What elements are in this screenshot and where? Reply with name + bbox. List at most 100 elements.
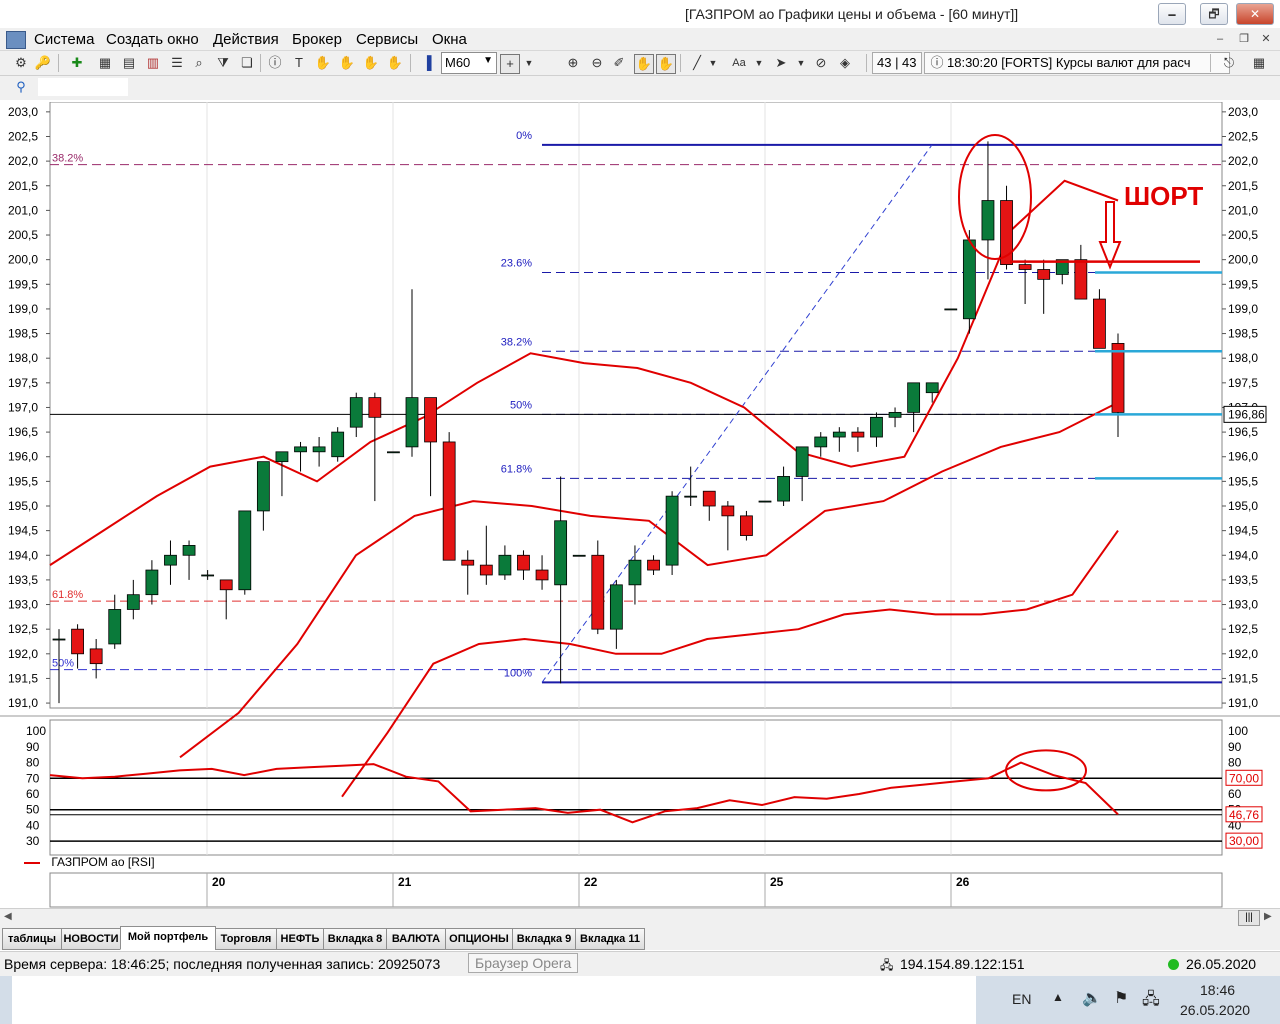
tab-oil[interactable]: НЕФТЬ xyxy=(276,928,324,950)
menu-services[interactable]: Сервисы xyxy=(356,31,418,48)
table-icon[interactable]: ▦ xyxy=(96,54,114,72)
close-button[interactable]: ✕ xyxy=(1236,3,1274,25)
language-indicator[interactable]: EN xyxy=(1012,991,1031,1007)
clock-date[interactable]: 26.05.2020 xyxy=(1180,1002,1250,1018)
chart-icon[interactable]: ▐ xyxy=(418,54,436,72)
scroll-left-icon[interactable]: ◀ xyxy=(4,911,12,922)
filter-icon[interactable]: ⧩ xyxy=(214,54,232,72)
calculator-icon[interactable]: ▦ xyxy=(1250,54,1268,72)
candle-body xyxy=(294,446,307,453)
arrow-tool-icon[interactable]: ➤ xyxy=(772,54,790,72)
timeframe-select[interactable]: M60 ▼ xyxy=(441,52,497,74)
search-input[interactable] xyxy=(38,78,128,96)
candle-body xyxy=(517,554,530,571)
zoom-out-icon[interactable]: ⊖ xyxy=(588,54,606,72)
scroll-thumb[interactable]: ||| xyxy=(1238,910,1260,926)
arrow-dropdown-icon[interactable]: ▼ xyxy=(792,54,810,72)
price-tick-right: 201,0 xyxy=(1228,203,1258,217)
rsi-tick-left: 50 xyxy=(26,803,40,817)
price-tick-left: 194,0 xyxy=(8,548,38,562)
os-taskbar: EN ▲ 🔈 ⚑ 🖧 18:46 26.05.2020 xyxy=(0,976,1280,1024)
tab-news[interactable]: НОВОСТИ xyxy=(61,928,121,950)
eraser-icon[interactable]: ◈ xyxy=(836,54,854,72)
price-tick-right: 200,5 xyxy=(1228,228,1258,242)
quit-icon[interactable]: ⎋ xyxy=(1220,54,1238,72)
hand-edit-icon[interactable]: ✋ xyxy=(386,54,404,72)
news-ticker[interactable]: 18:30:20 [FORTS] Курсы валют для расч xyxy=(924,52,1230,74)
hand-minus-icon[interactable]: ✋ xyxy=(362,54,380,72)
quotes-icon[interactable]: ▤ xyxy=(120,54,138,72)
tab-8[interactable]: Вкладка 8 xyxy=(323,928,387,950)
network-tray-icon[interactable]: 🖧 xyxy=(1142,988,1160,1015)
copy-icon[interactable]: ❏ xyxy=(238,54,256,72)
tab-my-portfolio[interactable]: Мой портфель xyxy=(120,926,216,950)
price-tick-right: 202,5 xyxy=(1228,129,1258,143)
text-dropdown-icon[interactable]: ▼ xyxy=(750,54,768,72)
timeframe-value: M60 xyxy=(445,55,471,70)
candle-body xyxy=(1037,269,1051,280)
menu-system[interactable]: Система xyxy=(34,31,94,48)
price-tick-right: 198,0 xyxy=(1228,351,1258,365)
ruler-icon[interactable]: ✐ xyxy=(610,54,628,72)
mdi-restore-button[interactable]: ❐ xyxy=(1236,32,1252,46)
search-table-icon[interactable]: ⌕ xyxy=(190,54,208,72)
crosshair-icon[interactable]: + xyxy=(500,54,520,74)
tab-options[interactable]: ОПЦИОНЫ xyxy=(445,928,513,950)
connect-icon[interactable]: ⚙ xyxy=(12,54,30,72)
key-icon[interactable]: 🔑 xyxy=(34,54,52,72)
candle-body xyxy=(962,239,976,320)
text-tool-icon[interactable]: Aa xyxy=(730,54,748,72)
hand-plus-icon[interactable]: ✋ xyxy=(338,54,356,72)
pan-icon[interactable]: ✋ xyxy=(634,54,654,74)
menu-new-window[interactable]: Создать окно xyxy=(106,31,199,48)
candle-body xyxy=(702,490,716,507)
scroll-right-icon[interactable]: ▶ xyxy=(1264,911,1272,922)
maximize-button[interactable]: 🗗 xyxy=(1200,3,1228,25)
tab-tables[interactable]: таблицы xyxy=(2,928,62,950)
tab-currency[interactable]: ВАЛЮТА xyxy=(386,928,446,950)
chevron-up-icon[interactable]: ▲ xyxy=(1052,990,1064,1004)
candle-body xyxy=(275,451,289,463)
menu-broker[interactable]: Брокер xyxy=(292,31,342,48)
delete-lines-icon[interactable]: ⊘ xyxy=(812,54,830,72)
tab-trading[interactable]: Торговля xyxy=(215,928,277,950)
flag-icon[interactable]: ⚑ xyxy=(1114,988,1128,1008)
fib-level-label: 0% xyxy=(516,130,532,142)
price-tick-right: 192,0 xyxy=(1228,647,1258,661)
price-tick-left: 201,5 xyxy=(8,179,38,193)
mdi-close-button[interactable]: ✕ xyxy=(1258,32,1274,46)
menu-actions[interactable]: Действия xyxy=(213,31,279,48)
clock-time[interactable]: 18:46 xyxy=(1200,982,1235,998)
hand-icon[interactable]: ✋ xyxy=(314,54,332,72)
opera-browser-button[interactable]: Браузер Opera xyxy=(468,953,579,973)
menu-windows[interactable]: Окна xyxy=(432,31,467,48)
candle-body xyxy=(1074,259,1088,300)
select-icon[interactable]: ✋ xyxy=(656,54,676,74)
trades-icon[interactable]: ☰ xyxy=(168,54,186,72)
info-icon[interactable]: ⓘ xyxy=(266,54,284,72)
chart-area[interactable]: 20 21 22 25 26 203,0 203,0 202,5 202,5 202,0 202,0… xyxy=(0,102,1280,908)
zoom-in-icon[interactable]: ⊕ xyxy=(564,54,582,72)
taskbar-app-area[interactable] xyxy=(12,976,976,1024)
orders-icon[interactable]: ▥ xyxy=(144,54,162,72)
fib-left-label: 61.8% xyxy=(52,589,83,601)
minimize-button[interactable]: 🗕 xyxy=(1158,3,1186,25)
line-dropdown-icon[interactable]: ▼ xyxy=(704,54,722,72)
mdi-minimize-button[interactable]: – xyxy=(1212,32,1228,46)
price-chart[interactable]: 20 21 22 25 26 203,0 203,0 202,5 202,5 202,0 202,0… xyxy=(0,102,1280,908)
horizontal-scrollbar[interactable]: ◀ ||| ▶ xyxy=(0,908,1280,927)
main-toolbar: ⚙ 🔑 ✚ ▦ ▤ ▥ ☰ ⌕ ⧩ ❏ ⓘ T ✋ ✋ ✋ ✋ ▐ M60 ▼ … xyxy=(0,51,1280,76)
candle-body xyxy=(925,382,939,394)
tab-11[interactable]: Вкладка 11 xyxy=(575,928,645,950)
speaker-icon[interactable]: 🔈 xyxy=(1082,988,1102,1008)
candle-body xyxy=(684,495,698,498)
crosshair-dropdown-icon[interactable]: ▼ xyxy=(520,54,538,72)
search-icon[interactable]: ⚲ xyxy=(12,78,30,96)
add-window-icon[interactable]: ✚ xyxy=(68,54,86,72)
toolbar-separator xyxy=(866,54,867,72)
price-tick-left: 196,0 xyxy=(8,450,38,464)
candle-body xyxy=(1111,343,1125,413)
date-label: 20 xyxy=(212,875,226,889)
tab-9[interactable]: Вкладка 9 xyxy=(512,928,576,950)
text-icon[interactable]: T xyxy=(290,54,308,72)
